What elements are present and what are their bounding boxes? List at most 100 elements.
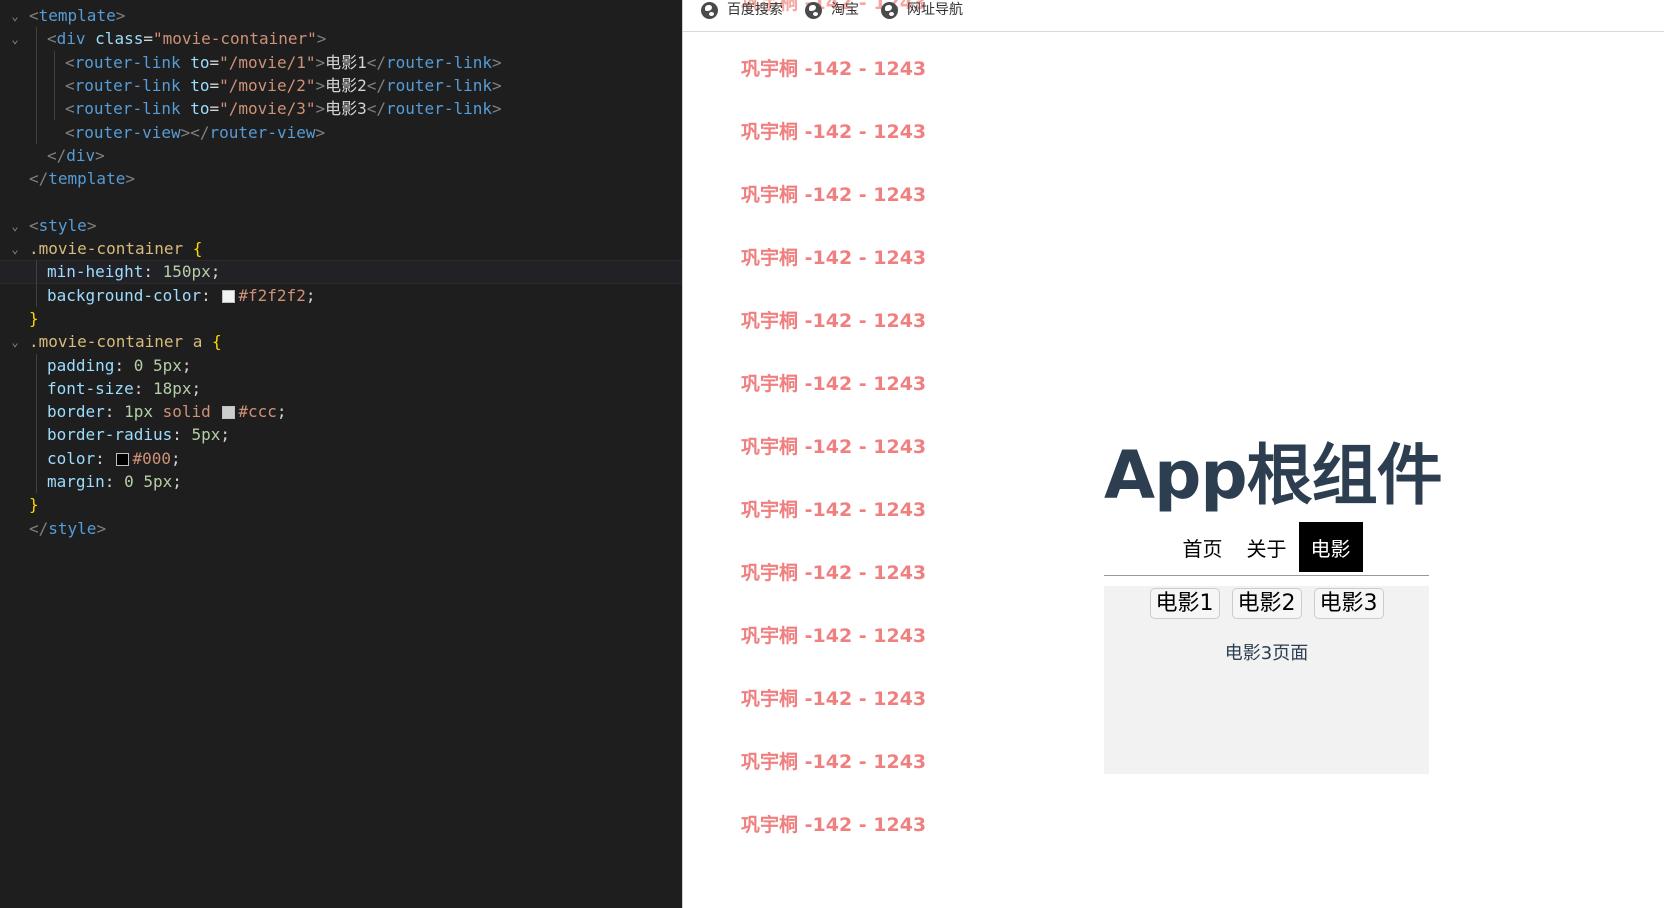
code-token: > <box>86 215 97 235</box>
code-token: 0 5px <box>124 472 173 491</box>
code-token: : <box>104 472 125 491</box>
bookmark-baidu[interactable]: 百度搜索 <box>701 0 783 20</box>
code-token: margin <box>47 472 105 491</box>
code-text: </template> <box>29 167 135 191</box>
code-token: #000 <box>132 448 171 468</box>
code-token: 5px <box>191 425 221 445</box>
code-token: 18px <box>152 378 192 398</box>
code-token: template <box>48 169 126 189</box>
code-line[interactable]: ⌄ <style> <box>0 214 682 238</box>
code-token: style <box>48 518 97 538</box>
code-token: to <box>190 75 210 95</box>
code-line[interactable]: border: 1px solid #ccc; <box>0 400 682 424</box>
movie-links: 电影1 电影2 电影3 <box>1104 586 1429 619</box>
color-swatch[interactable] <box>222 289 236 303</box>
fold-chevron-icon[interactable]: ⌄ <box>8 214 22 238</box>
code-token: router-view <box>74 122 181 142</box>
code-line[interactable]: ⌄ <template> <box>0 4 682 28</box>
code-token: > <box>315 99 326 119</box>
code-line[interactable]: <router-link to="/movie/1">电影1</router-l… <box>0 51 682 75</box>
code-line[interactable]: min-height: 150px; <box>0 260 682 285</box>
code-token: < <box>65 75 75 95</box>
fold-chevron-icon[interactable]: ⌄ <box>8 27 22 51</box>
color-swatch[interactable] <box>116 452 130 466</box>
fold-chevron-icon[interactable]: ⌄ <box>8 330 22 354</box>
code-line[interactable]: </div> <box>0 144 682 168</box>
code-line[interactable]: ⌄ .movie-container a { <box>0 330 682 354</box>
code-token: </ <box>29 169 49 189</box>
code-token: "movie-container" <box>152 29 317 49</box>
movie-link-3[interactable]: 电影3 <box>1313 588 1384 619</box>
code-text: background-color: #f2f2f2; <box>47 284 315 308</box>
movie-page-content: 电影3页面 <box>1224 643 1309 664</box>
code-line[interactable] <box>0 190 682 214</box>
watermark-text: 巩宇桐 -142 - 1243 <box>741 562 927 584</box>
code-line[interactable]: ⌄ .movie-container { <box>0 237 682 261</box>
code-line[interactable]: font-size: 18px; <box>0 377 682 401</box>
code-line[interactable]: color: #000; <box>0 447 682 471</box>
code-line[interactable]: </style> <box>0 517 682 541</box>
code-token: #ccc <box>238 402 277 422</box>
bookmark-taobao[interactable]: 淘宝 <box>805 0 859 20</box>
movie-link-1[interactable]: 电影1 <box>1149 588 1220 619</box>
code-token: } <box>29 495 39 515</box>
code-token: : <box>172 425 192 445</box>
code-token: color <box>47 448 96 468</box>
code-token: router-link <box>74 99 191 119</box>
code-token: to <box>190 52 210 72</box>
code-editor[interactable]: ⌄ <template> ⌄ <div class="movie-container"… <box>0 0 682 908</box>
code-token: </ <box>366 52 387 72</box>
code-line[interactable]: background-color: #f2f2f2; <box>0 284 682 308</box>
code-line[interactable]: padding: 0 5px; <box>0 354 682 378</box>
bookmark-nav[interactable]: 网址导航 <box>881 0 963 20</box>
code-token: border-radius <box>47 425 173 445</box>
code-token: > <box>491 75 502 95</box>
code-line[interactable]: <router-link to="/movie/2">电影2</router-l… <box>0 74 682 98</box>
code-token: router-link <box>74 52 191 72</box>
code-token: 0 5px <box>133 355 182 375</box>
code-token: ></ <box>180 122 210 142</box>
fold-chevron-icon[interactable]: ⌄ <box>8 237 22 261</box>
code-token: 电影1 <box>325 52 367 72</box>
nav-link-about[interactable]: 关于 <box>1235 522 1299 572</box>
code-text: padding: 0 5px; <box>47 354 192 378</box>
code-token: : <box>133 378 153 398</box>
watermark-text: 巩宇桐 -142 - 1243 <box>741 121 927 143</box>
nav-link-home[interactable]: 首页 <box>1171 522 1235 572</box>
code-line[interactable]: margin: 0 5px; <box>0 470 682 494</box>
code-token: : <box>95 448 115 468</box>
code-line[interactable]: <router-link to="/movie/3">电影3</router-l… <box>0 97 682 121</box>
code-token: padding <box>47 355 115 375</box>
code-text: <template> <box>29 4 125 28</box>
code-line[interactable]: border-radius: 5px; <box>0 423 682 447</box>
code-line[interactable]: ⌄ <div class="movie-container"> <box>0 27 682 51</box>
code-token: > <box>491 52 502 72</box>
nav-link-movie[interactable]: 电影 <box>1298 522 1363 572</box>
code-line[interactable]: } <box>0 493 682 517</box>
browser-viewport: 巩宇桐 -142 - 1243 百度搜索 淘宝 网址导航 巩宇桐 -142 - … <box>682 0 1664 908</box>
watermark-text: 巩宇桐 -142 - 1243 <box>741 436 927 458</box>
code-text: font-size: 18px; <box>47 377 201 401</box>
movie-container: 电影1 电影2 电影3 电影3页面 <box>1104 586 1429 774</box>
movie-link-2[interactable]: 电影2 <box>1231 588 1302 619</box>
code-token: > <box>125 169 135 189</box>
code-token: > <box>491 99 502 119</box>
bookmarks-bar: 巩宇桐 -142 - 1243 百度搜索 淘宝 网址导航 <box>683 0 1664 32</box>
code-token: = <box>209 99 220 119</box>
code-line[interactable]: } <box>0 307 682 331</box>
code-token: : <box>114 355 134 375</box>
watermark-text: 巩宇桐 -142 - 1243 <box>741 247 927 269</box>
code-token: > <box>315 52 326 72</box>
code-line[interactable]: <router-view></router-view> <box>0 121 682 145</box>
code-token: 电影2 <box>325 75 367 95</box>
code-text: border-radius: 5px; <box>47 423 230 447</box>
indent-guide <box>36 353 37 494</box>
code-token: < <box>47 29 57 49</box>
fold-chevron-icon[interactable]: ⌄ <box>8 4 22 28</box>
color-swatch[interactable] <box>222 406 236 420</box>
code-text: color: #000; <box>47 447 181 471</box>
code-token: ; <box>172 472 182 491</box>
code-token: to <box>190 99 210 119</box>
code-line[interactable]: </template> <box>0 167 682 191</box>
code-text: min-height: 150px; <box>47 261 220 283</box>
